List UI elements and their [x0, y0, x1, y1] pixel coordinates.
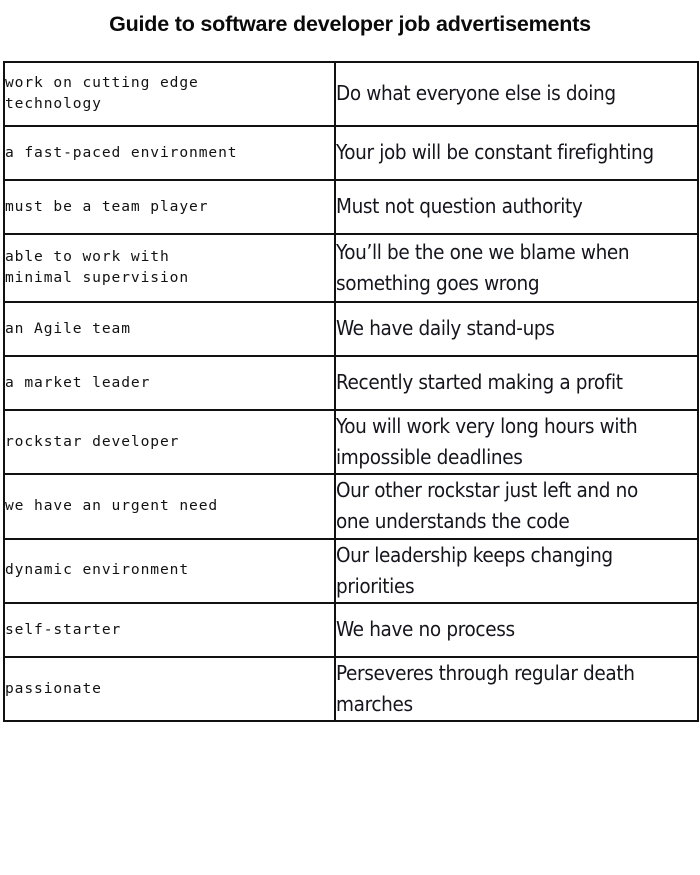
job-ad-phrase-cell: a market leader	[3, 355, 336, 411]
real-meaning-cell: Our other rockstar just left and no one …	[334, 473, 699, 540]
table-row: an Agile team We have daily stand-ups	[3, 301, 699, 357]
job-ad-phrase-cell: an Agile team	[3, 301, 336, 357]
real-meaning-cell: Must not question authority	[334, 179, 699, 235]
job-ad-phrase-cell: self-starter	[3, 601, 336, 658]
real-meaning-cell: Our leadership keeps changing priorities	[334, 537, 699, 604]
job-ad-phrase-cell: rockstar developer	[3, 408, 336, 476]
guide-table: work on cutting edge technology Do what e…	[3, 61, 699, 723]
table-row: work on cutting edge technology Do what e…	[3, 61, 699, 127]
table-row: must be a team player Must not question a…	[3, 179, 699, 235]
job-ad-phrase-cell: work on cutting edge technology	[3, 61, 336, 127]
table-row: able to work with minimal supervision You…	[3, 233, 699, 303]
table-row: a fast-paced environment Your job will be…	[3, 125, 699, 181]
guide-table-body: work on cutting edge technology Do what e…	[3, 61, 699, 723]
job-ad-phrase-cell: dynamic environment	[3, 537, 336, 604]
table-row: rockstar developer You will work very lon…	[3, 408, 699, 476]
job-ad-phrase-cell: we have an urgent need	[3, 473, 336, 540]
real-meaning-cell: We have daily stand-ups	[334, 301, 699, 357]
table-row: self-starter We have no process	[3, 601, 699, 658]
real-meaning-cell: Your job will be constant firefighting	[334, 125, 699, 181]
table-row: we have an urgent need Our other rockstar…	[3, 473, 699, 540]
table-row: a market leader Recently started making a…	[3, 355, 699, 411]
job-ad-phrase-cell: able to work with minimal supervision	[3, 233, 336, 303]
real-meaning-cell: Perseveres through regular death marches	[334, 655, 699, 723]
page-title: Guide to software developer job advertis…	[109, 12, 591, 36]
table-row: dynamic environment Our leadership keeps …	[3, 537, 699, 604]
real-meaning-cell: Do what everyone else is doing	[334, 61, 699, 127]
real-meaning-cell: Recently started making a profit	[334, 355, 699, 411]
document-page: Guide to software developer job advertis…	[0, 0, 700, 875]
real-meaning-cell: You will work very long hours with impos…	[334, 408, 699, 476]
job-ad-phrase-cell: a fast-paced environment	[3, 125, 336, 181]
real-meaning-cell: We have no process	[334, 601, 699, 658]
real-meaning-cell: You’ll be the one we blame when somethin…	[334, 233, 699, 303]
job-ad-phrase-cell: must be a team player	[3, 179, 336, 235]
table-row: passionate Perseveres through regular dea…	[3, 655, 699, 723]
job-ad-phrase-cell: passionate	[3, 655, 336, 723]
